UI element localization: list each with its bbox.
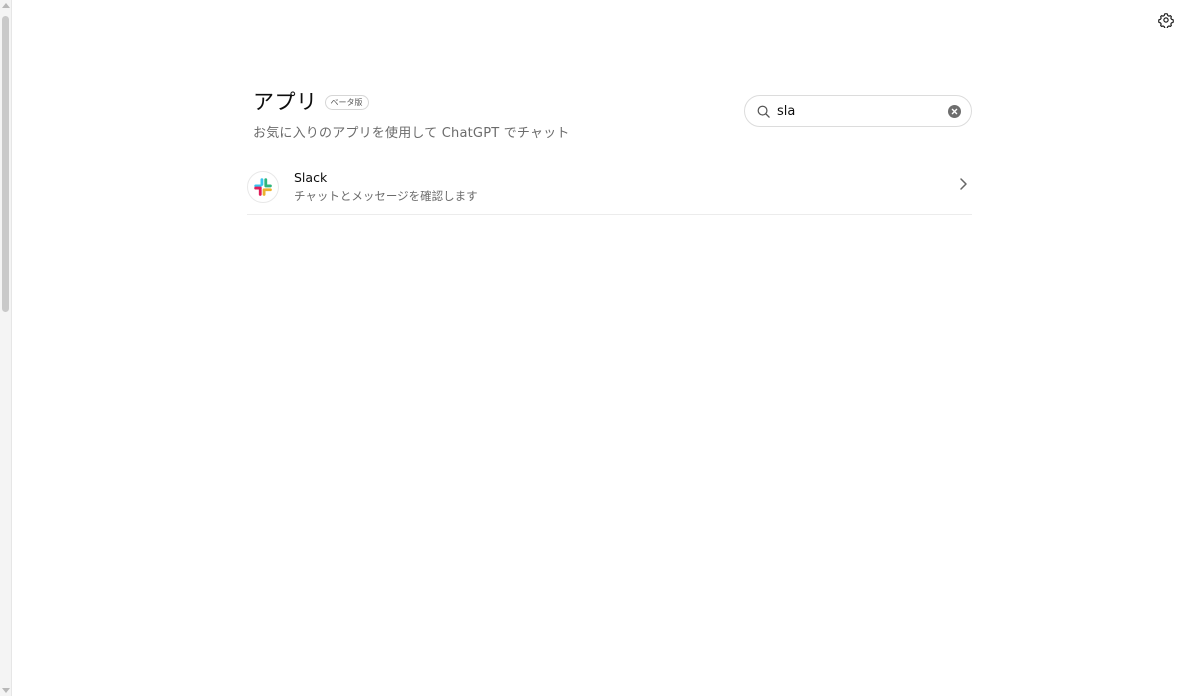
page-title: アプリ — [253, 90, 318, 114]
beta-badge: ベータ版 — [324, 94, 369, 110]
page-header: アプリ ベータ版 お気に入りのアプリを使用して ChatGPT でチャット — [253, 86, 570, 141]
clear-icon — [951, 108, 958, 115]
scroll-up-arrow-icon[interactable] — [2, 3, 10, 8]
settings-button[interactable] — [1157, 11, 1175, 29]
scroll-thumb[interactable] — [2, 16, 9, 312]
scroll-down-arrow-icon[interactable] — [2, 688, 10, 693]
page-subtitle: お気に入りのアプリを使用して ChatGPT でチャット — [253, 126, 570, 141]
list-item-slack[interactable]: Slack チャットとメッセージを確認します — [247, 160, 972, 215]
clear-search-button[interactable] — [948, 105, 961, 118]
slack-logo-icon — [247, 171, 279, 203]
app-description: チャットとメッセージを確認します — [294, 189, 478, 203]
chevron-right-icon — [960, 178, 967, 190]
app-name: Slack — [294, 170, 328, 185]
gear-icon — [1158, 13, 1174, 28]
apps-page: アプリ ベータ版 お気に入りのアプリを使用して ChatGPT でチャット sl… — [0, 0, 1199, 696]
results-list: Slack チャットとメッセージを確認します — [247, 160, 972, 215]
search-icon — [756, 104, 771, 119]
vertical-scrollbar[interactable] — [0, 0, 12, 696]
search-box[interactable] — [744, 95, 972, 127]
search-input[interactable] — [777, 103, 937, 119]
